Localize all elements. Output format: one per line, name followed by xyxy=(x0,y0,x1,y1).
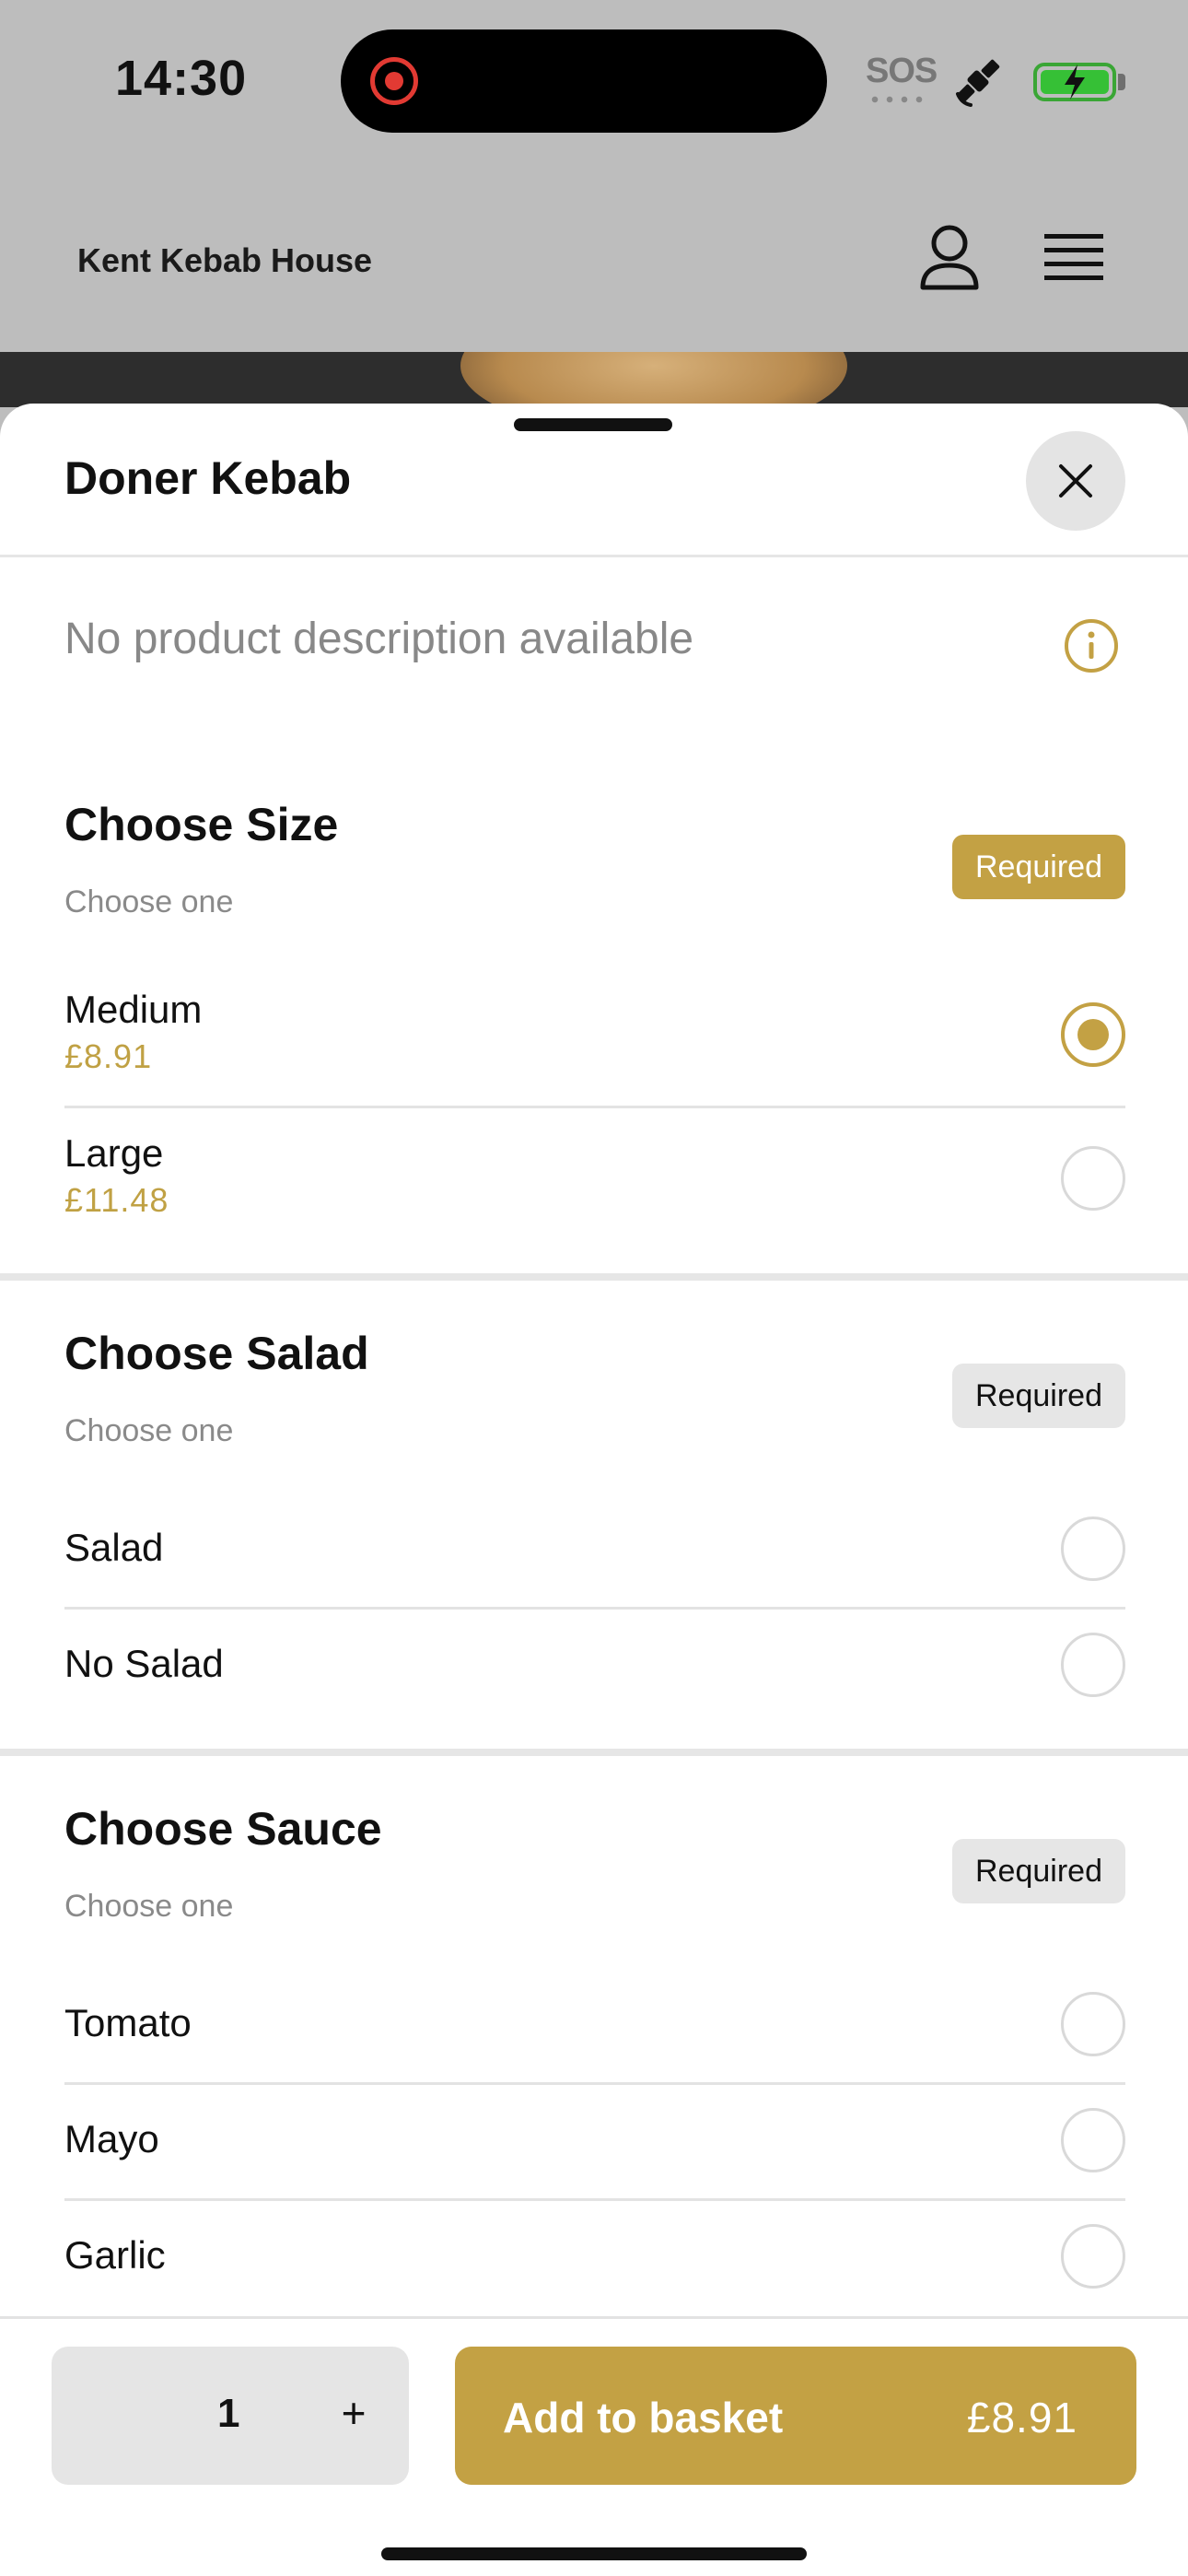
satellite-icon xyxy=(956,59,1000,107)
product-title: Doner Kebab xyxy=(64,452,352,504)
option-large-label[interactable]: Large xyxy=(64,1131,163,1176)
option-medium-label[interactable]: Medium xyxy=(64,988,202,1032)
quantity-plus-button[interactable]: + xyxy=(328,2387,379,2439)
salad-section-subtitle: Choose one xyxy=(64,1413,234,1448)
option-mayo-label[interactable]: Mayo xyxy=(64,2117,159,2161)
add-to-basket-price: £8.91 xyxy=(966,2394,1077,2441)
size-section-subtitle: Choose one xyxy=(64,884,234,919)
brand-name[interactable]: Kent Kebab House xyxy=(77,241,372,280)
size-required-badge: Required xyxy=(952,835,1125,899)
product-sheet: Doner Kebab No product description avail… xyxy=(0,404,1188,2576)
option-large-price: £11.48 xyxy=(64,1181,169,1219)
battery-cap xyxy=(1118,74,1125,90)
user-icon[interactable] xyxy=(917,221,982,295)
add-to-basket-button[interactable]: Add to basket £8.91 xyxy=(455,2347,1136,2485)
option-garlic-radio[interactable] xyxy=(1061,2224,1125,2289)
order-footer: 1 + Add to basket £8.91 xyxy=(0,2316,1188,2576)
product-hero-image xyxy=(0,352,1188,407)
status-bar: 14:30 SOS xyxy=(0,0,1188,166)
salad-required-badge: Required xyxy=(952,1364,1125,1428)
product-description: No product description available xyxy=(64,615,694,663)
salad-section-title: Choose Salad xyxy=(64,1328,369,1379)
sauce-section-subtitle: Choose one xyxy=(64,1889,234,1924)
sauce-section-title: Choose Sauce xyxy=(64,1803,382,1855)
dynamic-island xyxy=(341,29,827,133)
menu-icon[interactable] xyxy=(1044,232,1103,284)
option-garlic-label[interactable]: Garlic xyxy=(64,2233,166,2277)
option-large-radio[interactable] xyxy=(1061,1146,1125,1211)
option-tomato-label[interactable]: Tomato xyxy=(64,2001,192,2045)
option-salad-label[interactable]: Salad xyxy=(64,1526,163,1570)
title-divider xyxy=(0,555,1188,557)
signal-dots-icon xyxy=(868,96,926,103)
info-icon[interactable] xyxy=(1063,617,1120,674)
size-section-title: Choose Size xyxy=(64,799,339,850)
close-icon xyxy=(1059,464,1092,498)
sauce-required-badge: Required xyxy=(952,1839,1125,1903)
home-indicator[interactable] xyxy=(381,2547,807,2560)
option-medium-price: £8.91 xyxy=(64,1037,153,1075)
option-no-salad-radio[interactable] xyxy=(1061,1633,1125,1697)
row-divider xyxy=(64,2198,1125,2201)
row-divider xyxy=(64,1607,1125,1610)
section-separator xyxy=(0,1749,1188,1756)
option-no-salad-label[interactable]: No Salad xyxy=(64,1642,224,1686)
row-divider xyxy=(64,1106,1125,1108)
row-divider xyxy=(64,2082,1125,2085)
sos-indicator: SOS xyxy=(866,52,938,90)
option-tomato-radio[interactable] xyxy=(1061,1992,1125,2056)
status-time: 14:30 xyxy=(115,51,248,106)
quantity-stepper: 1 + xyxy=(52,2347,409,2485)
quantity-value: 1 xyxy=(217,2391,240,2436)
add-to-basket-label: Add to basket xyxy=(503,2394,784,2441)
option-salad-radio[interactable] xyxy=(1061,1516,1125,1581)
section-separator xyxy=(0,1273,1188,1281)
close-button[interactable] xyxy=(1026,431,1125,531)
screen-recording-icon xyxy=(370,57,418,105)
option-mayo-radio[interactable] xyxy=(1061,2108,1125,2172)
option-medium-radio[interactable] xyxy=(1061,1002,1125,1067)
sheet-grabber[interactable] xyxy=(514,418,672,431)
charging-bolt-icon xyxy=(1065,64,1085,100)
hero-food-shape xyxy=(460,352,847,407)
app-header: Kent Kebab House xyxy=(0,166,1188,352)
